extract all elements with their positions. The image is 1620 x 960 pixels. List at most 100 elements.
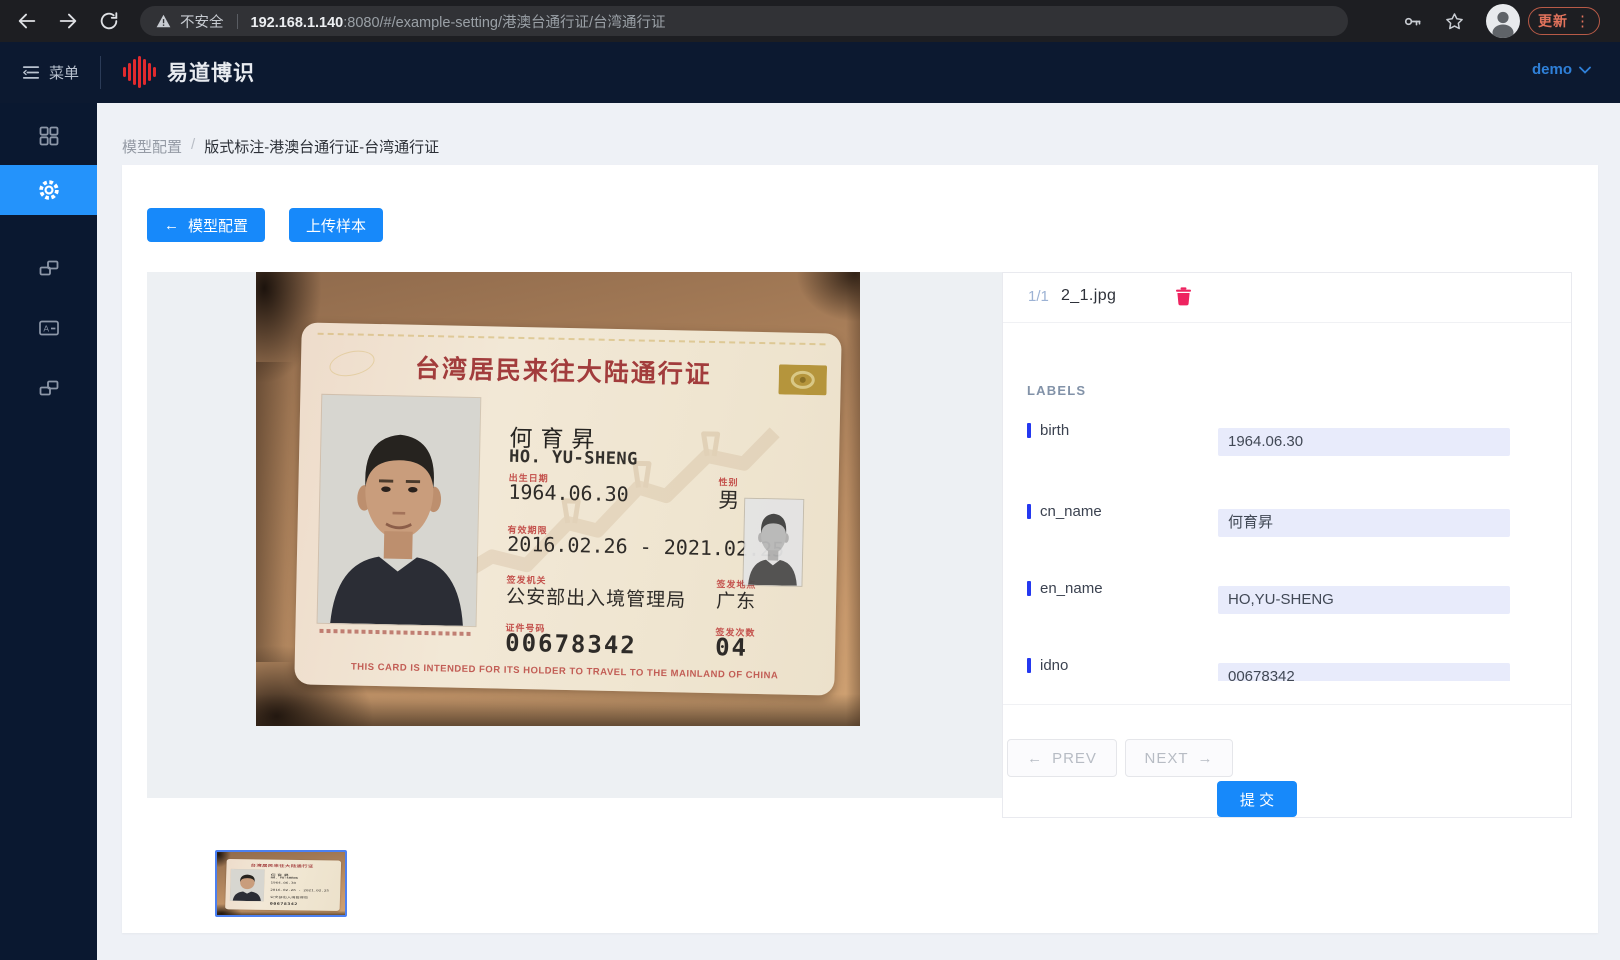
sidebar: A xyxy=(0,103,97,960)
browser-reload-icon[interactable] xyxy=(98,10,120,32)
card-portrait xyxy=(230,869,265,901)
breadcrumb-parent[interactable]: 模型配置 xyxy=(122,136,182,157)
header-divider xyxy=(100,56,101,89)
card-ghost-portrait xyxy=(743,499,803,586)
warning-icon xyxy=(156,14,171,28)
panel-footer: ← PREV NEXT → 提 交 xyxy=(1003,704,1571,818)
breadcrumb: 模型配置 / 版式标注-港澳台通行证-台湾通行证 xyxy=(122,136,439,157)
card-portrait xyxy=(318,395,481,626)
photo-shadow xyxy=(256,362,294,662)
field-color-bar xyxy=(1027,423,1031,438)
address-bar[interactable]: 不安全 192.168.1.140:8080/#/example-setting… xyxy=(140,6,1348,36)
chrome-update-button[interactable]: 更新 ⋮ xyxy=(1528,7,1600,35)
photo-shadow xyxy=(217,911,345,915)
panel-header: 1/1 2_1.jpg xyxy=(1003,273,1571,323)
card-footer-text: THIS CARD IS INTENDED FOR ITS HOLDER TO … xyxy=(295,660,835,682)
card-en-name: HO. YU-SHENG xyxy=(509,447,638,470)
brand-logo-icon xyxy=(121,54,157,90)
card-microtext-strip xyxy=(319,629,473,636)
next-button[interactable]: NEXT → xyxy=(1125,739,1233,777)
delete-icon[interactable] xyxy=(1175,287,1192,306)
user-menu[interactable]: demo xyxy=(1532,61,1591,78)
submit-button[interactable]: 提 交 xyxy=(1217,781,1297,817)
browser-back-icon[interactable] xyxy=(16,10,38,32)
url-text[interactable]: 192.168.1.140:8080/#/example-setting/港澳台… xyxy=(251,11,666,32)
field-label-idno: idno xyxy=(1027,657,1068,674)
username: demo xyxy=(1532,61,1572,78)
prev-button[interactable]: ← PREV xyxy=(1007,739,1117,777)
field-input-cn-name[interactable]: 何育昇 xyxy=(1218,509,1510,537)
field-input-birth[interactable]: 1964.06.30 xyxy=(1218,428,1510,456)
sidebar-item-models[interactable] xyxy=(0,243,97,293)
sample-photo: 台湾居民来往大陆通行证 xyxy=(256,272,860,726)
thumbnail-photo: 台湾居民来往大陆通行证 何育昇 HO. YU-SHENG 1964.06.30 … xyxy=(217,852,345,915)
upload-button-label: 上传样本 xyxy=(306,215,366,236)
address-separator xyxy=(237,14,238,29)
key-icon[interactable] xyxy=(1402,11,1423,32)
grid-icon xyxy=(37,124,61,148)
label-panel: 1/1 2_1.jpg LABELS birth 1964.06.30 cn_n… xyxy=(1002,272,1572,818)
card-times-value: 04 xyxy=(715,633,748,662)
id-card-icon: A xyxy=(37,316,61,340)
card-place-value: 广东 xyxy=(716,586,757,614)
screen: 不安全 192.168.1.140:8080/#/example-setting… xyxy=(0,0,1620,960)
sample-thumbnail[interactable]: 台湾居民来往大陆通行证 何育昇 HO. YU-SHENG 1964.06.30 … xyxy=(215,850,347,917)
field-input-en-name[interactable]: HO,YU-SHENG xyxy=(1218,586,1510,614)
field-name: birth xyxy=(1040,422,1069,439)
field-label-cn-name: cn_name xyxy=(1027,503,1102,520)
thumbnail-card: 台湾居民来往大陆通行证 何育昇 HO. YU-SHENG 1964.06.30 … xyxy=(225,859,341,911)
card-sex-value: 男 xyxy=(718,484,741,514)
prev-label: PREV xyxy=(1052,750,1097,767)
field-color-bar xyxy=(1027,658,1031,673)
next-label: NEXT xyxy=(1144,750,1188,767)
sidebar-item-dashboard[interactable] xyxy=(0,111,97,161)
card-number-value: 00678342 xyxy=(505,629,637,660)
card-birth-value: 1964.06.30 xyxy=(270,881,296,885)
bookmark-star-icon[interactable] xyxy=(1444,11,1465,32)
back-to-config-button[interactable]: ← 模型配置 xyxy=(147,208,265,242)
card-decor-line xyxy=(318,333,826,346)
card-authority-value: 公安部出入境管理局 xyxy=(506,582,687,613)
card-title: 台湾居民来往大陆通行证 xyxy=(238,862,326,868)
breadcrumb-separator: / xyxy=(191,136,195,157)
app-header: 菜单 易道博识 demo xyxy=(0,42,1620,103)
brand-name: 易道博识 xyxy=(167,57,255,87)
field-color-bar xyxy=(1027,581,1031,596)
url-host: 192.168.1.140 xyxy=(251,15,344,31)
field-name: idno xyxy=(1040,657,1068,674)
card-title: 台湾居民来往大陆通行证 xyxy=(356,348,772,393)
field-label-birth: birth xyxy=(1027,422,1069,439)
card-validity-value: 2016.02.26 - 2021.02.25 xyxy=(270,888,329,892)
brand: 易道博识 xyxy=(121,54,255,90)
arrow-left-icon: ← xyxy=(1027,750,1043,767)
browser-forward-icon[interactable] xyxy=(57,10,79,32)
labels-scroll-area[interactable]: LABELS birth 1964.06.30 cn_name 何育昇 en_n… xyxy=(1003,323,1571,681)
menu-toggle[interactable]: 菜单 xyxy=(22,62,79,83)
kebab-menu-icon[interactable]: ⋮ xyxy=(1575,14,1590,29)
field-input-idno[interactable]: 00678342 xyxy=(1218,663,1510,681)
chevron-down-icon xyxy=(1579,66,1591,74)
sidebar-item-annotation[interactable]: A xyxy=(0,303,97,353)
field-color-bar xyxy=(1027,504,1031,519)
field-label-en-name: en_name xyxy=(1027,580,1103,597)
field-name: en_name xyxy=(1040,580,1103,597)
travel-permit-card: 台湾居民来往大陆通行证 xyxy=(294,322,841,695)
menu-icon xyxy=(22,65,40,80)
sidebar-item-settings[interactable] xyxy=(0,165,97,215)
security-label[interactable]: 不安全 xyxy=(180,11,224,32)
card-birth-value: 1964.06.30 xyxy=(508,480,629,507)
url-path: :8080/#/example-setting/港澳台通行证/台湾通行证 xyxy=(343,15,665,31)
image-viewer: 台湾居民来往大陆通行证 xyxy=(147,272,1002,798)
sidebar-item-modules[interactable] xyxy=(0,363,97,413)
browser-toolbar: 不安全 192.168.1.140:8080/#/example-setting… xyxy=(0,0,1620,42)
field-name: cn_name xyxy=(1040,503,1102,520)
svg-text:A: A xyxy=(43,324,49,334)
filename-label: 2_1.jpg xyxy=(1061,287,1116,305)
arrow-left-icon: ← xyxy=(164,217,179,234)
profile-avatar[interactable] xyxy=(1486,4,1520,38)
upload-sample-button[interactable]: 上传样本 xyxy=(289,208,383,242)
breadcrumb-current: 版式标注-港澳台通行证-台湾通行证 xyxy=(204,136,439,157)
blocks-icon xyxy=(37,376,61,400)
arrow-right-icon: → xyxy=(1198,750,1214,767)
photo-shadow xyxy=(846,272,860,726)
